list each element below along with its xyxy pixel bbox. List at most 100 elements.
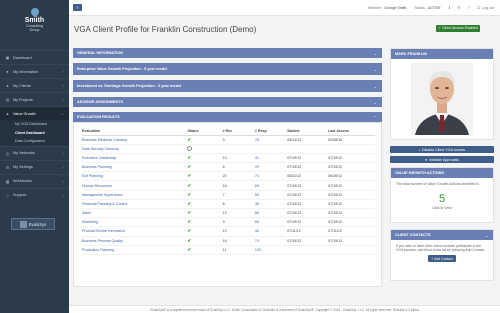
evaluation-resp[interactable]: 69	[254, 180, 288, 191]
evaluation-resp[interactable]: 36	[254, 199, 288, 210]
evaluation-last-access: 07/19/12	[328, 236, 375, 246]
evaluation-resp[interactable]: 46	[254, 226, 288, 237]
main-content: GENERAL INFORMATION ⌄ Enterprise Value G…	[73, 48, 382, 287]
evaluation-started: 07/19/12	[287, 208, 329, 219]
evaluation-resp[interactable]: 69	[254, 217, 288, 228]
sidebar-subitem-my-vga-dashboard[interactable]: My VGA Dashboard	[0, 120, 69, 129]
evaluation-name[interactable]: Sales	[82, 208, 188, 219]
table-row[interactable]: Production Planning ✔ 11 103	[82, 245, 375, 255]
client-contacts-text: If you wish to have other client contact…	[396, 244, 485, 253]
sidebar-item-dashboard[interactable]: ▣ Dashboard	[0, 50, 69, 64]
client-contacts-title: CLIENT CONTACTS ⌄	[391, 230, 493, 240]
in-progress-icon	[187, 145, 193, 151]
evaluation-resp[interactable]	[254, 144, 288, 154]
table-row[interactable]: Executive Leadership ✔ 10 41 07/19/12 07/19/1…	[82, 153, 375, 164]
evaluation-rec: 9	[222, 217, 255, 228]
chevron-down-icon[interactable]: ⌄	[485, 233, 488, 238]
check-icon: ✔	[187, 182, 192, 188]
evaluation-name[interactable]: Exit Planning	[82, 171, 188, 182]
check-icon: ✔	[187, 246, 192, 252]
table-row[interactable]: Financial Planning & Control ✔ 8 36 07/19/12…	[82, 199, 375, 210]
evaluation-resp[interactable]: 73	[254, 171, 288, 182]
sidebar-subitem-data-configuration[interactable]: Data Configuration	[0, 137, 69, 146]
evaluation-name[interactable]: Management Supervision	[82, 190, 188, 200]
value-growth-actions-count[interactable]: 5	[391, 193, 493, 205]
value-growth-actions-title: VALUE GROWTH ACTIONS	[391, 168, 493, 178]
table-row[interactable]: Human Resources ✔ 16 69 07/19/12 07/19/12	[82, 180, 375, 191]
sidebar-item-my-projects[interactable]: ▤ My Projects ›	[0, 92, 69, 106]
initialize-approvals-button[interactable]: ● Initialize Approvals	[390, 156, 494, 163]
brand-logo[interactable]: Smith Consulting Group	[0, 0, 69, 45]
panel-investment-vs-earnings[interactable]: Investment vs. Earnings Growth Projectio…	[73, 80, 382, 92]
evaluation-last-access: 02/08/16	[328, 135, 375, 145]
check-icon: ✔	[187, 228, 192, 234]
sidebar-item-my-settings[interactable]: ⚙ My Settings ›	[0, 159, 69, 174]
evaluation-name[interactable]: Data Security Checkup	[82, 144, 188, 154]
panel-enterprise-value-growth[interactable]: Enterprise Value Growth Projection - 5 y…	[73, 63, 382, 75]
user-status-area: Member: George Smith Status: ACTIVE ℹ ✉ …	[368, 5, 494, 10]
evaluation-name[interactable]: Business Process Quality	[82, 236, 188, 246]
table-row[interactable]: Sales ✔ 13 66 07/19/12 07/19/12	[82, 208, 375, 219]
check-icon: ✔	[187, 200, 192, 206]
evaluation-status: ✔	[187, 226, 223, 237]
check-icon: ✔	[187, 210, 192, 216]
evaluation-started: 07/11/12	[287, 226, 329, 237]
sidebar-item-my-networks[interactable]: ◎ My Networks ›	[0, 145, 69, 160]
sidebar-subitem-client-dashboard[interactable]: Client Dashboard	[0, 128, 69, 137]
evaluation-name[interactable]: Business Wellness Checkup	[82, 135, 188, 145]
sidebar-item-workbooks[interactable]: ▦ Workbooks ›	[0, 173, 69, 188]
disable-client-vga-access-button[interactable]: ▪ Disable Client VGA Access	[390, 146, 494, 153]
evaluation-resp[interactable]: 103	[254, 245, 288, 255]
chevron-right-icon: ›	[62, 150, 64, 156]
check-icon: ✔	[187, 136, 192, 142]
help-icon[interactable]: ?	[468, 5, 470, 10]
evaluation-name[interactable]: Business Planning	[82, 162, 188, 173]
menu-toggle-button[interactable]: ≡	[73, 4, 82, 11]
advisor-portrait-image	[411, 63, 473, 135]
check-icon: ✔	[187, 237, 192, 243]
col-rec: # Rec	[222, 127, 255, 136]
evaluation-resp[interactable]: 55	[254, 190, 288, 200]
evaluation-rec: 8	[222, 162, 255, 173]
settings-icon: ⚙	[5, 164, 10, 170]
chat-icon[interactable]: ✉	[457, 5, 460, 10]
add-contact-button[interactable]: + Add Contact	[428, 255, 456, 263]
sidebar-item-my-clients[interactable]: ● My Clients ›	[0, 78, 69, 92]
table-row[interactable]: Management Supervision ✔ 7 55 07/19/12 07/19/…	[82, 190, 375, 200]
panel-evaluation-results[interactable]: EVALUATION RESULTS ⌃	[73, 112, 382, 122]
panel-general-information[interactable]: GENERAL INFORMATION ⌄	[73, 48, 382, 58]
evaluation-name[interactable]: Financial Planning & Control	[82, 199, 188, 210]
evaluation-resp[interactable]: 41	[254, 153, 288, 164]
table-row[interactable]: Business Planning ✔ 8 20 07/19/12 07/19/12	[82, 162, 375, 173]
info-icon[interactable]: ℹ	[449, 5, 451, 10]
evaluation-name[interactable]: Executive Leadership	[82, 153, 188, 164]
check-icon: ✔	[187, 191, 192, 197]
click-to-view-link[interactable]: Click to View	[391, 206, 493, 210]
sidebar-item-my-information[interactable]: ● My Information ›	[0, 64, 69, 78]
sidebar-item-value-growth[interactable]: ▲ Value Growth ⌄	[0, 106, 69, 120]
logout-link[interactable]: Log out	[482, 6, 494, 10]
evaluation-name[interactable]: Human Resources	[82, 180, 188, 191]
table-row[interactable]: Marketing ✔ 9 69 07/19/12 07/19/12	[82, 217, 375, 228]
evaluation-resp[interactable]: 20	[254, 162, 288, 173]
table-row[interactable]: Data Security Checkup	[82, 144, 375, 154]
table-row[interactable]: Business Process Quality ✔ 16 74 07/19/12 07/…	[82, 236, 375, 246]
table-row[interactable]: Business Wellness Checkup ✔ 9 78 05/14/12 02/…	[82, 135, 375, 145]
evaluation-resp[interactable]: 66	[254, 208, 288, 219]
sidebar-item-label: My Settings	[13, 165, 33, 169]
evalusys-badge[interactable]: EvaluSys	[11, 218, 55, 230]
workbooks-icon: ▦	[5, 178, 10, 184]
sidebar-item-support[interactable]: ? Support ›	[0, 187, 69, 202]
panel-advisor-assignments[interactable]: ADVISOR ASSIGNMENTS ⌄	[73, 97, 382, 107]
evaluation-started: 05/14/12	[287, 135, 329, 145]
evaluation-status: ✔	[187, 171, 223, 182]
evaluation-resp[interactable]: 78	[254, 135, 288, 145]
evalusys-logo-icon	[19, 220, 27, 228]
evaluation-name[interactable]: Production Planning	[82, 245, 188, 255]
evaluation-name[interactable]: Product/Service Innovation	[82, 226, 188, 237]
col-last-access: Last Access	[328, 127, 375, 136]
table-row[interactable]: Exit Planning ✔ 20 73 08/21/12 06/26/12	[82, 171, 375, 182]
evaluation-resp[interactable]: 74	[254, 236, 288, 246]
evaluation-name[interactable]: Marketing	[82, 217, 188, 228]
table-row[interactable]: Product/Service Innovation ✔ 12 46 07/11/12 0…	[82, 226, 375, 237]
